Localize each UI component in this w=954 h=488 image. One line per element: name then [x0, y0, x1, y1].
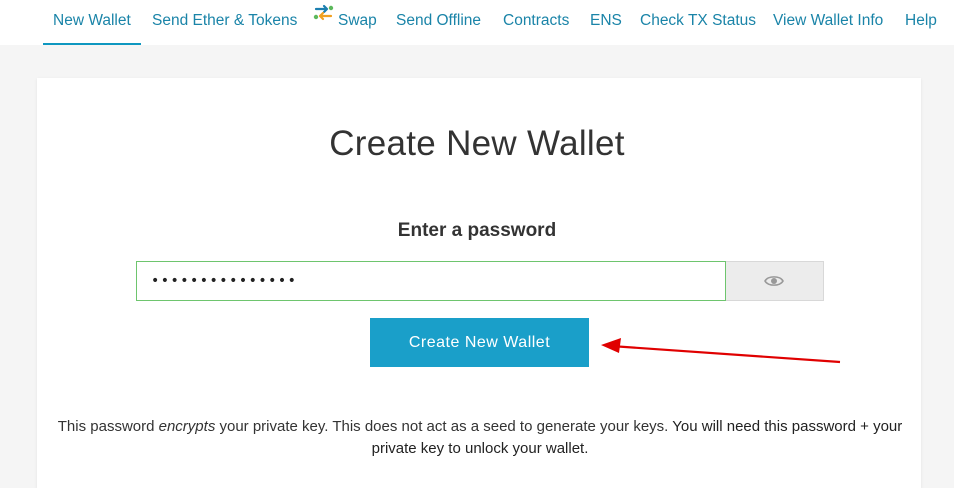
nav-send-offline[interactable]: Send Offline — [396, 0, 481, 43]
nav-view-wallet-info-label: View Wallet Info — [773, 12, 884, 29]
info-encrypts: encrypts — [158, 418, 216, 435]
nav-view-wallet-info[interactable]: View Wallet Info — [773, 0, 883, 43]
password-label: Enter a password — [397, 220, 557, 241]
password-input[interactable] — [136, 261, 726, 301]
nav-ens-label: ENS — [590, 12, 622, 29]
nav-contracts[interactable]: Contracts — [503, 0, 569, 43]
nav-check-tx-status[interactable]: Check TX Status — [640, 0, 756, 43]
show-password-button[interactable] — [726, 261, 824, 301]
create-new-wallet-button[interactable]: Create New Wallet — [370, 318, 589, 367]
nav-swap-label: Swap — [338, 12, 377, 30]
page-title: Create New Wallet — [329, 124, 625, 163]
nav-check-tx-status-label: Check TX Status — [640, 12, 757, 29]
top-nav: New Wallet Send Ether & Tokens Swap Send… — [0, 0, 954, 45]
nav-help-label: Help — [905, 12, 937, 29]
nav-swap[interactable]: Swap — [313, 0, 377, 43]
info-part-3: your private key. This does not act as a… — [215, 418, 673, 435]
annotation-arrow — [601, 338, 841, 364]
nav-ens[interactable]: ENS — [590, 0, 622, 43]
nav-send-ether-tokens[interactable]: Send Ether & Tokens — [152, 0, 297, 43]
nav-new-wallet[interactable]: New Wallet — [43, 0, 141, 45]
nav-contracts-label: Contracts — [503, 12, 570, 29]
nav-send-offline-label: Send Offline — [396, 12, 482, 29]
swap-icon — [313, 0, 334, 40]
nav-new-wallet-label: New Wallet — [53, 12, 131, 29]
eye-icon — [764, 276, 784, 286]
nav-send-ether-tokens-label: Send Ether & Tokens — [152, 12, 298, 29]
nav-help[interactable]: Help — [905, 0, 937, 43]
info-part-1: This password — [57, 418, 159, 435]
password-info-text: This password encrypts your private key.… — [55, 416, 905, 460]
